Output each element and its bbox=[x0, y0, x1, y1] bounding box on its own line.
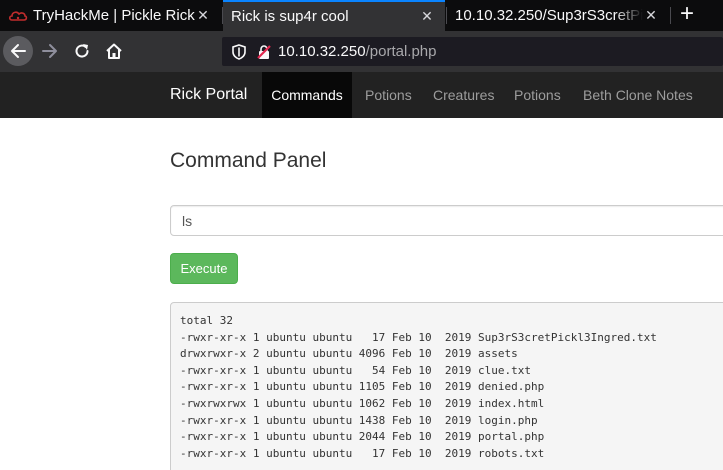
url-text[interactable]: 10.10.32.250/portal.php bbox=[278, 43, 436, 60]
nav-potions[interactable]: Potions bbox=[365, 72, 412, 118]
execute-button[interactable]: Execute bbox=[170, 253, 238, 284]
page-title: Command Panel bbox=[170, 149, 327, 172]
output-line: -rwxr-xr-x 1 ubuntu ubuntu 17 Feb 10 201… bbox=[180, 330, 657, 344]
output-line: -rwxr-xr-x 1 ubuntu ubuntu 2044 Feb 10 2… bbox=[180, 430, 545, 444]
tab-rick-is-sup4r-cool[interactable]: Rick is sup4r cool ✕ bbox=[223, 0, 445, 31]
arrow-left-icon bbox=[11, 44, 26, 58]
nav-potions-2[interactable]: Potions bbox=[514, 72, 561, 118]
browser-tab-strip: TryHackMe | Pickle Rick ✕ Rick is sup4r … bbox=[0, 0, 723, 31]
nav-beth-clone-notes[interactable]: Beth Clone Notes bbox=[583, 72, 693, 118]
command-input[interactable] bbox=[170, 205, 723, 236]
output-line: -rwxrwxrwx 1 ubuntu ubuntu 1062 Feb 10 2… bbox=[180, 396, 545, 410]
back-button[interactable] bbox=[3, 36, 33, 66]
tab-title: TryHackMe | Pickle Rick bbox=[33, 7, 195, 24]
home-button[interactable] bbox=[100, 37, 128, 65]
url-path: /portal.php bbox=[365, 43, 437, 60]
reload-icon bbox=[75, 44, 89, 58]
output-line: -rwxr-xr-x 1 ubuntu ubuntu 54 Feb 10 201… bbox=[180, 363, 531, 377]
output-line: -rwxr-xr-x 1 ubuntu ubuntu 17 Feb 10 201… bbox=[180, 446, 545, 460]
tab-title: 10.10.32.250/Sup3rS3cretPi bbox=[455, 7, 643, 24]
tab-tryhackme[interactable]: TryHackMe | Pickle Rick ✕ bbox=[0, 0, 221, 31]
site-navbar: Rick Portal Commands Potions Creatures P… bbox=[0, 72, 723, 118]
output-line: drwxrwxr-x 2 ubuntu ubuntu 4096 Feb 10 2… bbox=[180, 347, 518, 361]
tab-divider bbox=[670, 7, 671, 24]
output-line: -rwxr-xr-x 1 ubuntu ubuntu 1438 Feb 10 2… bbox=[180, 413, 538, 427]
output-line: -rwxr-xr-x 1 ubuntu ubuntu 1105 Feb 10 2… bbox=[180, 380, 545, 394]
tab-title: Rick is sup4r cool bbox=[231, 8, 349, 25]
nav-commands[interactable]: Commands bbox=[262, 72, 352, 118]
browser-toolbar: 10.10.32.250/portal.php bbox=[0, 31, 723, 72]
close-tab-icon[interactable]: ✕ bbox=[195, 7, 211, 24]
tab-sup3rs3cret[interactable]: 10.10.32.250/Sup3rS3cretPi ✕ bbox=[447, 0, 669, 31]
url-host: 10.10.32.250 bbox=[278, 43, 366, 60]
site-brand[interactable]: Rick Portal bbox=[170, 72, 247, 118]
command-output: total 32 -rwxr-xr-x 1 ubuntu ubuntu 17 Fe… bbox=[170, 302, 723, 470]
output-line: total 32 bbox=[180, 314, 233, 327]
nav-creatures[interactable]: Creatures bbox=[433, 72, 494, 118]
shield-icon[interactable] bbox=[232, 43, 246, 60]
arrow-right-icon bbox=[42, 44, 57, 58]
close-tab-icon[interactable]: ✕ bbox=[419, 8, 435, 25]
thm-hacker-icon bbox=[8, 10, 28, 21]
forward-button[interactable] bbox=[36, 37, 64, 65]
reload-button[interactable] bbox=[68, 37, 96, 65]
close-tab-icon[interactable]: ✕ bbox=[643, 7, 659, 24]
home-icon bbox=[106, 43, 122, 59]
new-tab-button[interactable]: + bbox=[676, 2, 698, 26]
url-bar[interactable]: 10.10.32.250/portal.php bbox=[222, 37, 723, 66]
insecure-lock-icon[interactable] bbox=[256, 44, 272, 60]
